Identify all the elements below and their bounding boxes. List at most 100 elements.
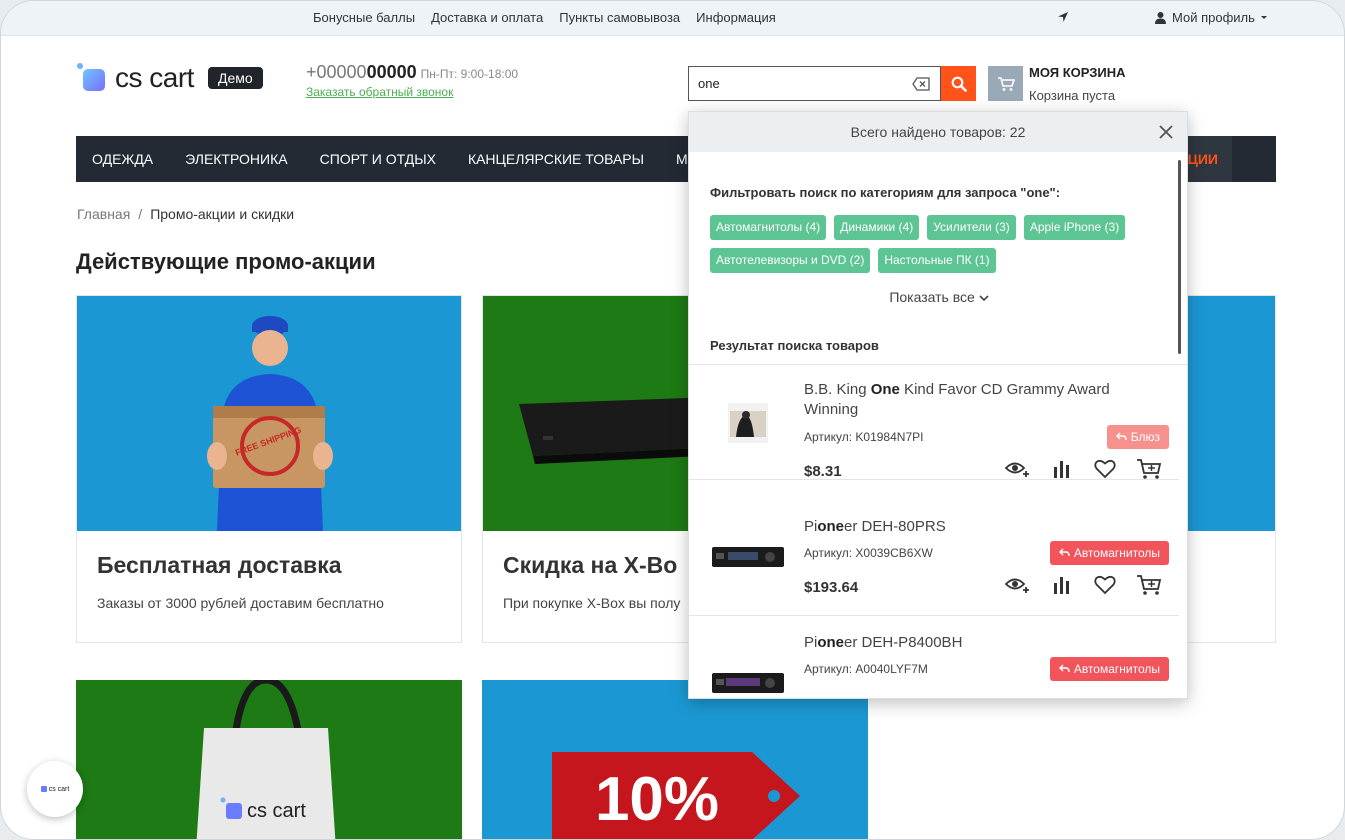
product-name[interactable]: B.B. King One Kind Favor CD Grammy Award… [804,380,1134,420]
float-logo-mark [40,786,47,792]
category-tag[interactable]: Автомагнитолы [1050,541,1169,565]
user-icon [1155,12,1166,24]
promo-image-bag: cs cart [76,676,462,839]
category-chip[interactable]: Автотелевизоры и DVD (2) [710,248,871,273]
product-name[interactable]: Pioneer DEH-P8400BH [804,633,1134,653]
quick-view-icon[interactable] [1003,456,1031,482]
product-sku: Артикул: A0040LYF7M [804,662,928,676]
bag-logo-text: cs cart [247,800,306,822]
profile-menu[interactable]: Мой профиль [1154,10,1268,25]
product-thumbnail[interactable] [711,386,785,460]
product-actions [1003,456,1163,482]
clear-search-icon[interactable] [912,77,930,91]
top-link-delivery[interactable]: Доставка и оплата [431,10,543,25]
top-link-pickup[interactable]: Пункты самовывоза [559,10,680,25]
logo-text: cs cart [115,62,194,93]
promo-description: Заказы от 3000 рублей доставим бесплатно [97,595,384,611]
top-link-bonus[interactable]: Бонусные баллы [313,10,415,25]
search-result-item[interactable]: B.B. King One Kind Favor CD Grammy Award… [689,364,1179,480]
search-result-item[interactable]: Pioneer DEH-P8400BH Артикул: A0040LYF7M … [689,616,1179,698]
cart-status: Корзина пуста [1029,88,1116,103]
cart-button[interactable] [988,66,1023,101]
promo-card-discount[interactable]: 10% [482,680,868,839]
search-results-dropdown: Всего найдено товаров: 22 Фильтровать по… [688,111,1188,699]
back-arrow-icon [1059,548,1071,557]
promo-title: Скидка на X-Bo [503,552,678,578]
profile-label: Мой профиль [1172,10,1255,25]
product-thumbnail[interactable] [711,646,785,698]
phone-number: +0000000000 Пн-Пт: 9:00-18:00 [306,62,518,83]
cd-cover-image [728,403,768,443]
dropdown-scrollbar[interactable] [1178,160,1181,354]
results-count: Всего найдено товаров: 22 [850,124,1026,140]
product-thumbnail[interactable] [711,520,785,594]
wishlist-icon[interactable] [1091,572,1119,598]
car-stereo-image [712,547,784,567]
page-title: Действующие промо-акции [76,249,376,274]
courier-illustration: FREE SHIPPING [207,316,333,531]
results-title: Результат поиска товаров [710,338,879,353]
promo-image-courier: FREE SHIPPING [77,296,461,531]
breadcrumb-home[interactable]: Главная [77,206,130,222]
quick-view-icon[interactable] [1003,572,1031,598]
search-box [688,66,941,101]
category-chip[interactable]: Настольные ПК (1) [878,248,996,273]
floating-logo-button[interactable]: cs cart [27,761,83,817]
breadcrumb: Главная / Промо-акции и скидки [77,206,294,222]
category-tag[interactable]: Автомагнитолы [1050,657,1169,681]
working-hours: Пн-Пт: 9:00-18:00 [420,67,519,81]
cart-icon [997,76,1015,91]
category-chip[interactable]: Apple iPhone (3) [1023,215,1126,240]
nav-item-electronics[interactable]: ЭЛЕКТРОНИКА [169,136,303,182]
logo-mark [77,63,107,93]
promo-card-bag[interactable]: cs cart [76,676,462,839]
product-name[interactable]: Pioneer DEH-80PRS [804,517,1134,537]
add-to-cart-icon[interactable] [1135,572,1163,598]
phone-main: 00000 [366,62,417,82]
back-arrow-icon [1116,432,1128,441]
breadcrumb-current: Промо-акции и скидки [150,206,295,222]
back-arrow-icon [1059,664,1071,673]
promo-description: При покупке X-Box вы полу [503,595,681,611]
search-input[interactable] [689,67,889,100]
product-sku: Артикул: K01984N7PI [804,430,924,444]
top-bar: Бонусные баллы Доставка и оплата Пункты … [1,1,1344,36]
search-button[interactable] [941,66,976,101]
float-logo-text: cs cart [48,785,70,793]
category-tag[interactable]: Блюз [1107,425,1169,449]
site-logo[interactable]: cs cart Демо [77,62,263,94]
search-result-item[interactable]: Pioneer DEH-80PRS Артикул: X0039CB6XW Ав… [689,500,1179,616]
compare-icon[interactable] [1047,572,1075,598]
close-icon[interactable] [1159,125,1173,139]
category-chips: Автомагнитолы (4) Динамики (4) Усилители… [710,215,1170,273]
category-filter-title: Фильтровать поиск по категориям для запр… [710,185,1061,200]
add-to-cart-icon[interactable] [1135,456,1163,482]
tote-bag-illustration: cs cart [196,676,336,839]
nav-item-office[interactable]: КАНЦЕЛЯРСКИЕ ТОВАРЫ [452,136,660,182]
nav-item-sport[interactable]: СПОРТ И ОТДЫХ [304,136,452,182]
cart-title[interactable]: МОЯ КОРЗИНА [1029,65,1126,80]
wishlist-icon[interactable] [1091,456,1119,482]
promo-card-free-shipping[interactable]: FREE SHIPPING Бесплатная доставка Заказы… [76,295,462,643]
product-sku: Артикул: X0039CB6XW [804,546,933,560]
category-chip[interactable]: Автомагнитолы (4) [710,215,827,240]
browser-viewport: Бонусные баллы Доставка и оплата Пункты … [0,0,1345,840]
show-all-categories[interactable]: Показать все [689,289,1187,305]
product-price: $193.64 [804,579,859,596]
promo-image-discount: 10% [482,680,868,839]
category-chip[interactable]: Динамики (4) [834,215,920,240]
category-chip[interactable]: Усилители (3) [927,215,1016,240]
nav-item-clothing[interactable]: ОДЕЖДА [76,136,169,182]
chevron-down-icon [979,295,989,302]
show-all-label: Показать все [889,289,975,305]
callback-link[interactable]: Заказать обратный звонок [306,85,453,99]
location-icon[interactable] [1056,10,1070,24]
search-icon [951,76,967,92]
demo-badge: Демо [207,67,263,89]
product-price: $8.31 [804,463,842,480]
compare-icon[interactable] [1047,456,1075,482]
dropdown-header: Всего найдено товаров: 22 [689,112,1187,152]
top-link-info[interactable]: Информация [696,10,776,25]
caret-down-icon [1260,15,1267,19]
top-links: Бонусные баллы Доставка и оплата Пункты … [313,10,776,25]
